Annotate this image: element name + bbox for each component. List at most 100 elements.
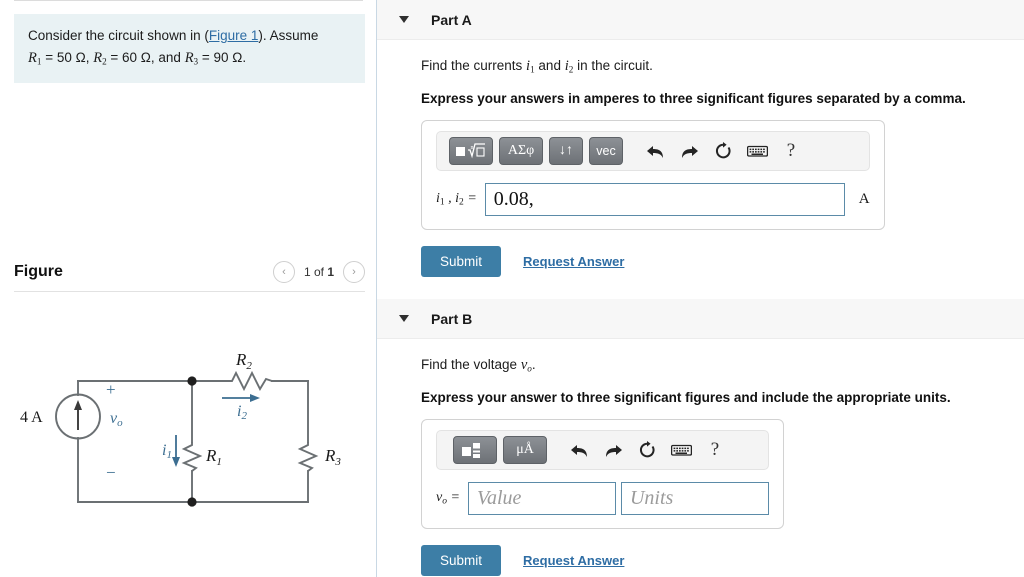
subsup-arrows-button-a[interactable]: ↓↑ [549,137,583,165]
template-icon-a: n [456,142,485,158]
part-b-request-answer-link[interactable]: Request Answer [523,553,624,568]
part-b-input-label: vo = [436,490,460,507]
r1-resistor [181,442,203,472]
part-a-answer-box: n ΑΣφ ↓↑ vec ? i1 , i2 = 0.08, A [421,120,885,230]
r1-value: = 50 Ω, [41,49,94,65]
figure-header: Figure ‹ 1 of 1 › [14,252,365,292]
part-a-prompt-post: in the circuit. [573,58,653,73]
part-b-answer-box: μÅ ? vo = Value Units [421,419,784,529]
redo-icon-b[interactable] [599,436,627,464]
i2-label: i2 [237,403,247,422]
vector-button-a[interactable]: vec [589,137,623,165]
r2-symbol: R [93,49,103,66]
part-b-value-input[interactable] [467,482,616,515]
figure-next-button[interactable]: › [343,261,365,283]
part-b-prompt-post: . [531,357,536,372]
math-template-button-a[interactable]: n [449,137,493,165]
template-icon-b [462,442,480,458]
part-a-input-row: i1 , i2 = A [436,183,870,216]
keyboard-glyph-a [746,145,768,157]
top-divider [14,0,363,1]
vo-plus-sign: + [106,380,116,399]
figure-prev-button[interactable]: ‹ [272,261,295,283]
part-b-units-input[interactable] [620,482,769,515]
vo-minus-sign: − [106,463,116,482]
part-a-instruction: Express your answers in amperes to three… [421,91,966,106]
r3-symbol: R [184,49,194,66]
r2-resistor [228,370,273,392]
redo-arrow-glyph-b [605,444,622,457]
i2-arrow [222,394,260,402]
units-button-b[interactable]: μÅ [503,436,547,464]
part-a-actions: Submit Request Answer [421,246,1024,277]
part-a-input-label: i1 , i2 = [436,191,477,208]
keyboard-icon-b[interactable] [667,436,695,464]
label-comma: , [444,191,456,207]
circuit-diagram: 4 A + − vo i1 i2 R1 R2 R3 [6,345,376,515]
part-b-title: Part B [431,310,473,327]
help-icon-a[interactable]: ? [777,137,805,165]
current-source-arrow [74,400,82,430]
label-equals: = [463,191,477,207]
undo-icon-b[interactable] [565,436,593,464]
reset-icon-a[interactable] [709,137,737,165]
r3-label: R3 [324,446,341,468]
vo-label: vo [110,410,123,429]
part-a-answer-input[interactable] [484,183,845,216]
question-text-before: Consider the circuit shown in ( [28,28,209,43]
chevron-left-icon: ‹ [282,266,286,278]
undo-icon-a[interactable] [641,137,669,165]
part-a-submit-button[interactable]: Submit [421,246,502,277]
figure-pager: ‹ 1 of 1 › [272,261,365,283]
circuit-svg: 4 A + − vo i1 i2 R1 R2 R3 [20,350,341,507]
reset-icon-b[interactable] [633,436,661,464]
r2-value: = 60 Ω, and [106,49,185,65]
part-a-prompt-pre: Find the currents [421,58,527,73]
undo-arrow-glyph-b [570,444,587,457]
part-a-header[interactable]: Part A [377,0,1024,40]
figure-1-link[interactable]: Figure 1 [209,28,259,43]
part-a-body: Find the currents i1 and i2 in the circu… [377,40,1024,277]
redo-icon-a[interactable] [675,137,703,165]
part-a-toolbar: n ΑΣφ ↓↑ vec ? [436,131,870,171]
part-b-actions: Submit Request Answer [421,545,1024,576]
part-b-body: Find the voltage vo. Express your answer… [377,339,1024,576]
left-panel: Consider the circuit shown in (Figure 1)… [0,0,377,577]
part-b-toolbar: μÅ ? [436,430,769,470]
help-label-b: ? [710,439,720,460]
r2-label: R2 [235,350,252,372]
part-b-submit-button[interactable]: Submit [421,545,502,576]
collapse-caret-icon-a[interactable] [399,16,409,23]
help-icon-b[interactable]: ? [701,436,729,464]
reset-circle-glyph-b [640,441,655,458]
right-panel: Part A Find the currents i1 and i2 in th… [377,0,1024,577]
part-a-prompt-mid: and [534,58,565,73]
i1-arrow [172,435,180,467]
redo-arrow-glyph-a [681,145,698,158]
figure-count: 1 of 1 [304,265,334,279]
svg-text:n: n [471,145,474,151]
r3-resistor [297,442,319,472]
greek-symbols-button-a[interactable]: ΑΣφ [499,137,543,165]
part-b-input-row: vo = [436,482,769,515]
arrows-label-a: ↓↑ [559,143,573,158]
part-b-header[interactable]: Part B [377,299,1024,339]
i1-label: i1 [162,442,172,461]
greek-label-a: ΑΣφ [507,143,535,158]
math-template-button-b[interactable] [453,436,497,464]
question-text-after: ). Assume [258,28,319,43]
r1-label: R1 [205,446,222,468]
keyboard-icon-a[interactable] [743,137,771,165]
part-b-instruction: Express your answer to three significant… [421,390,951,405]
keyboard-glyph-b [670,444,692,456]
vec-label-a: vec [596,144,616,158]
part-a-title: Part A [431,11,472,28]
collapse-caret-icon-b[interactable] [399,315,409,322]
label-v-equals: = [446,490,460,506]
chevron-right-icon: › [352,266,356,278]
node-dot-top [187,376,197,386]
help-label-a: ? [786,140,796,161]
part-a-request-answer-link[interactable]: Request Answer [523,254,624,269]
page-root: Consider the circuit shown in (Figure 1)… [0,0,1024,577]
node-dot-bottom [187,497,197,507]
